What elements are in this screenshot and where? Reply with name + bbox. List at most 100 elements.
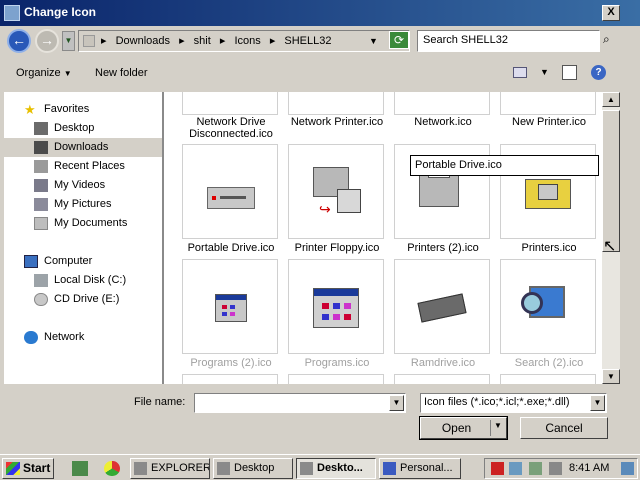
network-tray-icon[interactable] [509,462,522,475]
scroll-up-icon[interactable]: ▲ [602,92,620,107]
documents-icon [34,217,48,230]
tooltip: Portable Drive.ico [410,155,599,176]
nav-my-videos[interactable]: My Videos [4,176,162,195]
file-ramdrive[interactable]: Ramdrive.ico [394,259,490,369]
nav-network[interactable]: Network [4,328,162,347]
breadcrumb-downloads[interactable]: Downloads [116,35,170,47]
start-label: Start [23,461,51,475]
task-desktop[interactable]: Desktop [213,458,293,479]
breadcrumb: ▸ Downloads ▸ shit ▸ Icons ▸ SHELL32 [101,34,338,47]
arrow-icon: ↪ [319,201,331,217]
task-personal[interactable]: Personal... [379,458,461,479]
start-button[interactable]: Start [2,458,54,479]
breadcrumb-sep-icon: ▸ [219,35,226,47]
pictures-icon [34,198,48,211]
file-network-drive-disconnected[interactable]: Network Drive Disconnected.ico [182,92,278,140]
view-dropdown-icon[interactable]: ▼ [540,67,549,77]
file-name-dropdown-icon[interactable]: ▼ [389,395,404,411]
globe-icon [24,331,38,344]
close-button[interactable]: X [602,5,620,21]
file-portable-drive[interactable]: Portable Drive.ico [182,144,278,254]
toolbar: Organize ▼ New folder ▼ ? [0,58,640,88]
title-bar[interactable]: Change Icon X [0,0,640,26]
breadcrumb-sep-icon: ▸ [101,35,107,47]
open-split-divider [490,420,491,436]
forward-button[interactable]: → [35,29,59,53]
search-icon[interactable]: ⌕ [603,32,619,48]
file-name-label: File name: [134,396,186,408]
nav-desktop[interactable]: Desktop [4,119,162,138]
back-button[interactable]: ← [7,29,31,53]
folder-icon [217,462,230,475]
file-programs[interactable]: Programs.ico [288,259,384,369]
breadcrumb-icons[interactable]: Icons [234,35,260,47]
file-tile[interactable] [182,374,278,384]
recent-places-icon [34,160,48,173]
notification-icon[interactable] [621,462,634,475]
show-desktop-icon[interactable] [72,461,88,476]
programs-icon [313,288,359,328]
task-desktop-active[interactable]: Deskto... [296,458,376,479]
floppy-icon [337,189,361,213]
address-bar[interactable]: ▸ Downloads ▸ shit ▸ Icons ▸ SHELL32 ▼ [78,30,410,52]
history-dropdown-button[interactable]: ▼ [62,31,75,51]
nav-cd-drive[interactable]: CD Drive (E:) [4,290,162,309]
breadcrumb-sep-icon: ▸ [179,35,185,47]
file-name-input[interactable] [194,393,406,413]
file-search-2[interactable]: Search (2).ico [500,259,596,369]
browser-icon[interactable] [104,461,120,476]
nav-my-documents[interactable]: My Documents [4,214,162,233]
breadcrumb-shit[interactable]: shit [194,35,211,47]
mouse-cursor-icon: ↖ [603,238,617,255]
chevron-down-icon: ▼ [63,69,72,78]
file-network-printer[interactable]: Network Printer.ico [288,92,384,128]
folder-icon [83,35,95,47]
nav-downloads[interactable]: Downloads [4,138,162,157]
navigation-bar: ← → ▼ ▸ Downloads ▸ shit ▸ Icons ▸ SHELL… [0,26,640,56]
file-network[interactable]: Network.ico [394,92,490,128]
cancel-button[interactable]: Cancel [520,417,608,439]
nav-computer[interactable]: Computer [4,252,162,271]
address-dropdown-icon[interactable]: ▼ [369,36,378,46]
file-tile[interactable] [500,374,596,384]
scroll-thumb[interactable] [602,110,620,252]
star-icon: ★ [24,102,36,117]
videos-icon [34,179,48,192]
help-icon[interactable]: ? [591,65,606,80]
nav-recent-places[interactable]: Recent Places [4,157,162,176]
scroll-down-icon[interactable]: ▼ [602,369,620,384]
file-printer-floppy[interactable]: ↪ Printer Floppy.ico [288,144,384,254]
monitor-icon[interactable] [529,462,542,475]
nav-favorites[interactable]: ★ Favorites [4,100,162,119]
window-icon [4,5,20,21]
organize-button[interactable]: Organize ▼ [16,67,72,79]
search-input[interactable]: Search SHELL32 [417,30,600,52]
windows-logo-icon [6,462,20,475]
explorer-icon [134,462,147,475]
window-title: Change Icon [24,5,97,19]
refresh-button[interactable]: ⟳ [389,31,409,49]
file-list: Network Drive Disconnected.ico Network P… [164,92,602,384]
ram-chip-icon [417,293,467,323]
computer-icon [24,255,38,268]
file-programs-2[interactable]: Programs (2).ico [182,259,278,369]
flag-icon[interactable] [491,462,504,475]
file-type-dropdown-icon[interactable]: ▼ [590,395,605,411]
file-tile[interactable] [394,374,490,384]
navigation-pane: ★ Favorites Desktop Downloads Recent Pla… [4,92,162,384]
volume-icon[interactable] [549,462,562,475]
open-dropdown-icon[interactable]: ▼ [494,421,502,430]
breadcrumb-shell32[interactable]: SHELL32 [284,35,331,47]
nav-my-pictures[interactable]: My Pictures [4,195,162,214]
file-tile[interactable] [288,374,384,384]
view-options-icon[interactable] [513,67,527,78]
preview-pane-icon[interactable] [562,65,577,80]
personalize-icon [383,462,396,475]
file-type-select[interactable]: Icon files (*.ico;*.icl;*.exe;*.dll) [420,393,607,413]
clock[interactable]: 8:41 AM [569,462,609,474]
task-explorer[interactable]: EXPLORER [130,458,210,479]
folder-icon [300,462,313,475]
nav-local-disk[interactable]: Local Disk (C:) [4,271,162,290]
new-folder-button[interactable]: New folder [95,67,148,79]
file-new-printer[interactable]: New Printer.ico [500,92,596,128]
